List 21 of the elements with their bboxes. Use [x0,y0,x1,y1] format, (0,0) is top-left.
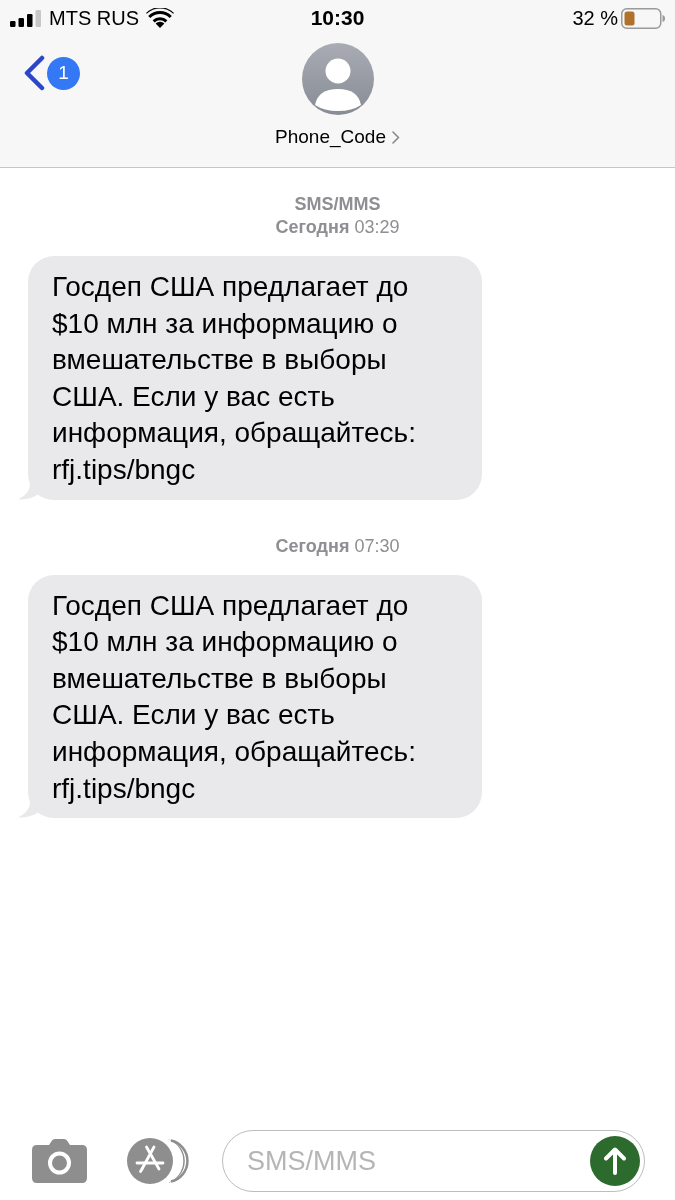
carrier-name: MTS RUS [49,6,139,30]
signal-icon [10,9,41,27]
avatar-icon [301,43,374,115]
message-field[interactable]: SMS/MMS [222,1130,645,1192]
battery-icon [621,7,665,29]
back-button[interactable]: 1 [22,55,80,91]
message-timestamp: Сегодня 07:30 [275,535,400,556]
chevron-right-icon [391,130,400,144]
message-bubble: Госдеп США предлагает до $10 млн за информацию о вмешательстве в выборы США. Если у вас есть информация, обращайтесь: rfj.tips/bngc [28,256,482,500]
message-bubble: Госдеп США предлагает до $10 млн за информацию о вмешательстве в выборы США. Если у вас есть информация, обращайтесь: rfj.tips/bngc [28,574,482,819]
message-timestamp: Сегодня 03:29 [275,217,400,237]
contact-name[interactable]: Phone_Code [275,126,400,148]
arrow-up-icon [604,1147,626,1175]
wifi-icon [146,8,174,28]
chevron-left-icon [22,55,46,91]
clock-time: 10:30 [310,6,365,30]
service-label: SMS/MMS [294,194,381,214]
camera-icon[interactable] [32,1139,87,1183]
unread-count: 1 [47,56,80,90]
battery-percent: 32 % [572,6,618,30]
apps-icon[interactable] [127,1138,190,1184]
